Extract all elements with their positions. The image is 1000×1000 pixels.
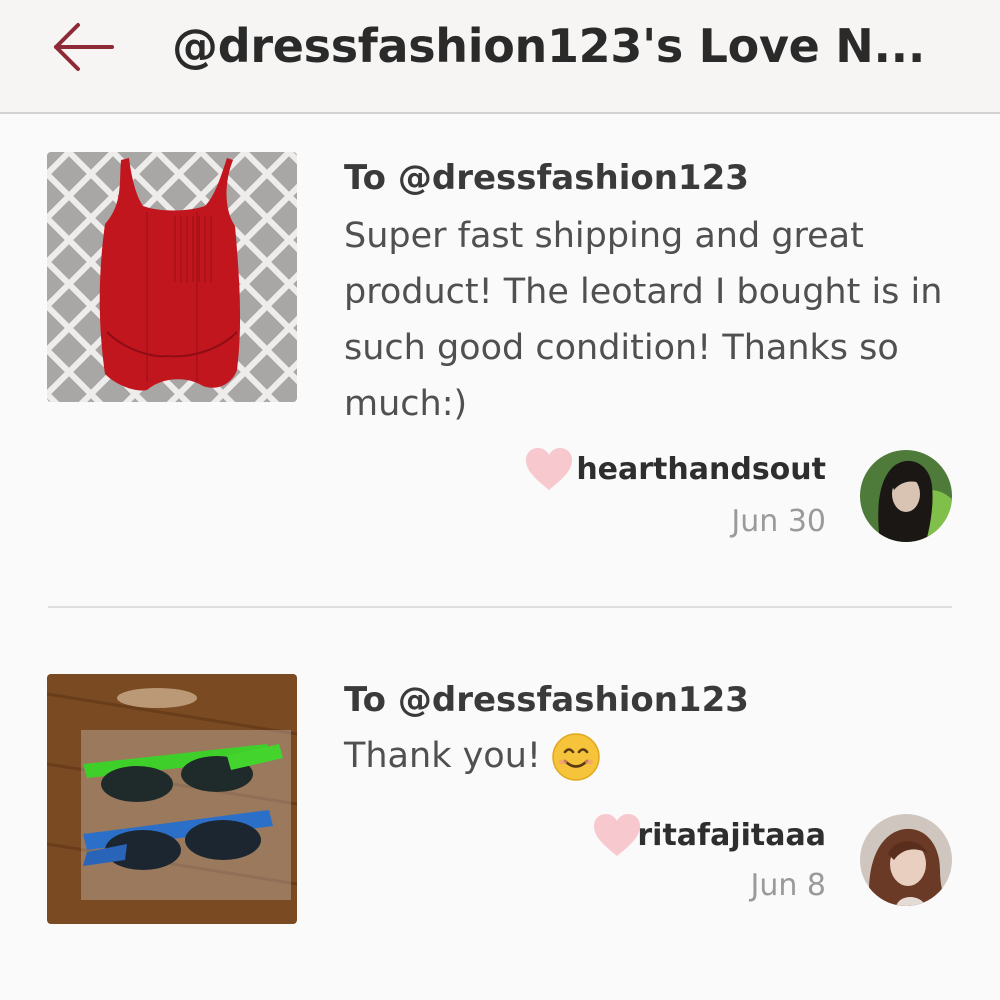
arrow-left-icon[interactable] (50, 20, 116, 74)
app-header: @dressfashion123's Love N... (0, 0, 1000, 114)
note-date: Jun 30 (731, 504, 826, 539)
avatar[interactable] (860, 814, 952, 906)
note-recipient: To @dressfashion123 (344, 680, 749, 720)
sunglasses-photo[interactable] (47, 674, 297, 924)
sender-username[interactable]: ritafajitaaa (637, 818, 826, 853)
note-recipient: To @dressfashion123 (344, 158, 749, 198)
heart-icon[interactable] (592, 812, 642, 858)
red-leotard-photo[interactable] (47, 152, 297, 402)
note-divider (48, 606, 952, 608)
sender-username[interactable]: hearthandsout (576, 452, 826, 487)
love-note: To @dressfashion123 Super fast shipping … (0, 114, 1000, 610)
note-message: Super fast shipping and great product! T… (344, 216, 943, 424)
smiling-face-icon (552, 733, 600, 781)
note-message: Thank you! (344, 728, 964, 784)
note-date: Jun 8 (750, 868, 827, 903)
note-message-text: Thank you! (344, 736, 541, 776)
page-title: @dressfashion123's Love N... (172, 19, 926, 73)
love-note: To @dressfashion123 Thank you! ritafajit… (0, 610, 1000, 1000)
heart-icon[interactable] (524, 446, 574, 492)
avatar[interactable] (860, 450, 952, 542)
